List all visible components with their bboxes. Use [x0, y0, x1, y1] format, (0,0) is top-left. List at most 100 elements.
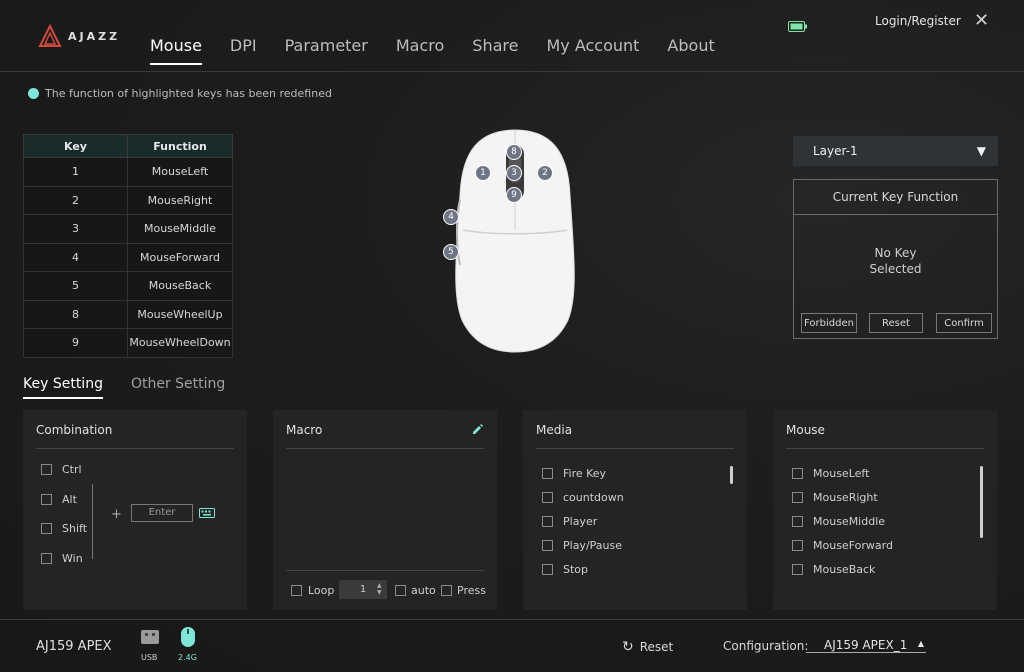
- list-item[interactable]: MouseRight: [792, 491, 878, 504]
- device-name: AJ159 APEX: [36, 639, 112, 654]
- checkbox[interactable]: [41, 553, 52, 564]
- current-key-status: No Key Selected: [794, 245, 997, 277]
- checkbox[interactable]: [41, 494, 52, 505]
- mouse-function-label: MouseLeft: [813, 467, 870, 480]
- checkbox[interactable]: [542, 564, 553, 575]
- function-cell: MouseMiddle: [127, 214, 233, 244]
- layer-select[interactable]: Layer-1 ▼: [793, 136, 998, 166]
- list-item[interactable]: MouseBack: [792, 563, 875, 576]
- list-item[interactable]: countdown: [542, 491, 624, 504]
- key-input[interactable]: Enter: [131, 504, 193, 522]
- tab-dpi[interactable]: DPI: [230, 36, 257, 65]
- key-badge-2[interactable]: 2: [537, 165, 553, 181]
- close-icon[interactable]: ✕: [974, 10, 989, 31]
- checkbox[interactable]: [542, 540, 553, 551]
- checkbox[interactable]: [792, 468, 803, 479]
- keyboard-icon[interactable]: [199, 508, 215, 518]
- checkbox[interactable]: [441, 585, 452, 596]
- list-item[interactable]: Play/Pause: [542, 539, 622, 552]
- loop-option[interactable]: Loop: [291, 584, 334, 597]
- status-line-2: Selected: [869, 262, 922, 276]
- modifier-alt[interactable]: Alt: [41, 493, 77, 506]
- table-row[interactable]: 3 MouseMiddle: [23, 214, 233, 244]
- panel-divider: [36, 448, 234, 449]
- tab-mouse[interactable]: Mouse: [150, 36, 202, 65]
- tab-about[interactable]: About: [667, 36, 714, 65]
- table-row[interactable]: 9 MouseWheelDown: [23, 328, 233, 358]
- checkbox[interactable]: [41, 523, 52, 534]
- main-nav: Mouse DPI Parameter Macro Share My Accou…: [150, 36, 715, 65]
- tab-share[interactable]: Share: [472, 36, 518, 65]
- list-item[interactable]: Player: [542, 515, 597, 528]
- chevron-up-icon: ▲: [917, 639, 924, 648]
- reset-key-button[interactable]: Reset: [869, 313, 923, 333]
- scrollbar-thumb[interactable]: [980, 466, 983, 538]
- checkbox[interactable]: [542, 468, 553, 479]
- status-line-1: No Key: [874, 246, 917, 260]
- key-cell: 1: [23, 157, 128, 187]
- key-badge-4[interactable]: 4: [443, 209, 459, 225]
- modifier-ctrl[interactable]: Ctrl: [41, 463, 82, 476]
- stepper-arrows-icon[interactable]: ▲ ▼: [377, 582, 382, 596]
- configuration-value: AJ159 APEX_1: [824, 638, 908, 652]
- mouse-icon: [181, 627, 195, 647]
- table-row[interactable]: 8 MouseWheelUp: [23, 299, 233, 329]
- checkbox[interactable]: [792, 516, 803, 527]
- table-row[interactable]: 2 MouseRight: [23, 185, 233, 215]
- modifier-shift[interactable]: Shift: [41, 522, 87, 535]
- list-item[interactable]: Fire Key: [542, 467, 606, 480]
- key-badge-9[interactable]: 9: [506, 187, 522, 203]
- list-item[interactable]: MouseForward: [792, 539, 893, 552]
- checkbox[interactable]: [542, 492, 553, 503]
- footer-divider: [0, 619, 1024, 620]
- mouse-function-label: MouseRight: [813, 491, 878, 504]
- edit-icon[interactable]: [471, 423, 483, 435]
- key-table: Key Function 1 MouseLeft 2 MouseRight 3 Mou…: [23, 134, 233, 358]
- list-item[interactable]: Stop: [542, 563, 588, 576]
- checkbox[interactable]: [395, 585, 406, 596]
- press-option[interactable]: Press: [441, 584, 486, 597]
- checkbox[interactable]: [792, 492, 803, 503]
- function-cell: MouseLeft: [127, 157, 233, 187]
- list-item[interactable]: MouseLeft: [792, 467, 869, 480]
- checkbox[interactable]: [291, 585, 302, 596]
- wireless-connection[interactable]: 2.4G: [176, 626, 200, 664]
- list-item[interactable]: MouseMiddle: [792, 515, 885, 528]
- modifier-win[interactable]: Win: [41, 552, 83, 565]
- function-cell: MouseForward: [127, 242, 233, 272]
- login-register-link[interactable]: Login/Register: [875, 14, 961, 28]
- plus-sign: +: [111, 507, 122, 522]
- key-cell: 2: [23, 185, 128, 215]
- scrollbar-thumb[interactable]: [730, 466, 733, 484]
- key-badge-1[interactable]: 1: [475, 165, 491, 181]
- forbidden-button[interactable]: Forbidden: [801, 313, 857, 333]
- key-badge-3[interactable]: 3: [506, 165, 522, 181]
- key-badge-8[interactable]: 8: [506, 144, 522, 160]
- checkbox[interactable]: [792, 540, 803, 551]
- tab-key-setting[interactable]: Key Setting: [23, 376, 103, 399]
- chevron-down-icon: ▼: [976, 144, 986, 158]
- checkbox[interactable]: [792, 564, 803, 575]
- table-row[interactable]: 1 MouseLeft: [23, 157, 233, 187]
- confirm-button[interactable]: Confirm: [936, 313, 992, 333]
- tab-other-setting[interactable]: Other Setting: [131, 376, 225, 399]
- checkbox[interactable]: [542, 516, 553, 527]
- key-badge-5[interactable]: 5: [443, 244, 459, 260]
- tab-macro[interactable]: Macro: [396, 36, 444, 65]
- mouse-panel-title: Mouse: [786, 423, 825, 437]
- table-row[interactable]: 5 MouseBack: [23, 271, 233, 301]
- checkbox[interactable]: [41, 464, 52, 475]
- media-title: Media: [536, 423, 573, 437]
- modifier-label: Alt: [62, 493, 77, 506]
- configuration-select[interactable]: AJ159 APEX_1 ▲: [806, 638, 926, 653]
- tab-my-account[interactable]: My Account: [546, 36, 639, 65]
- auto-option[interactable]: auto: [395, 584, 436, 597]
- reset-all-button[interactable]: ↻ Reset: [622, 639, 673, 655]
- key-cell: 9: [23, 328, 128, 358]
- highlight-dot-icon: [28, 88, 39, 99]
- usb-icon: [141, 630, 159, 644]
- usb-connection[interactable]: USB: [138, 628, 162, 664]
- tab-parameter[interactable]: Parameter: [285, 36, 368, 65]
- modifier-label: Ctrl: [62, 463, 82, 476]
- table-row[interactable]: 4 MouseForward: [23, 242, 233, 272]
